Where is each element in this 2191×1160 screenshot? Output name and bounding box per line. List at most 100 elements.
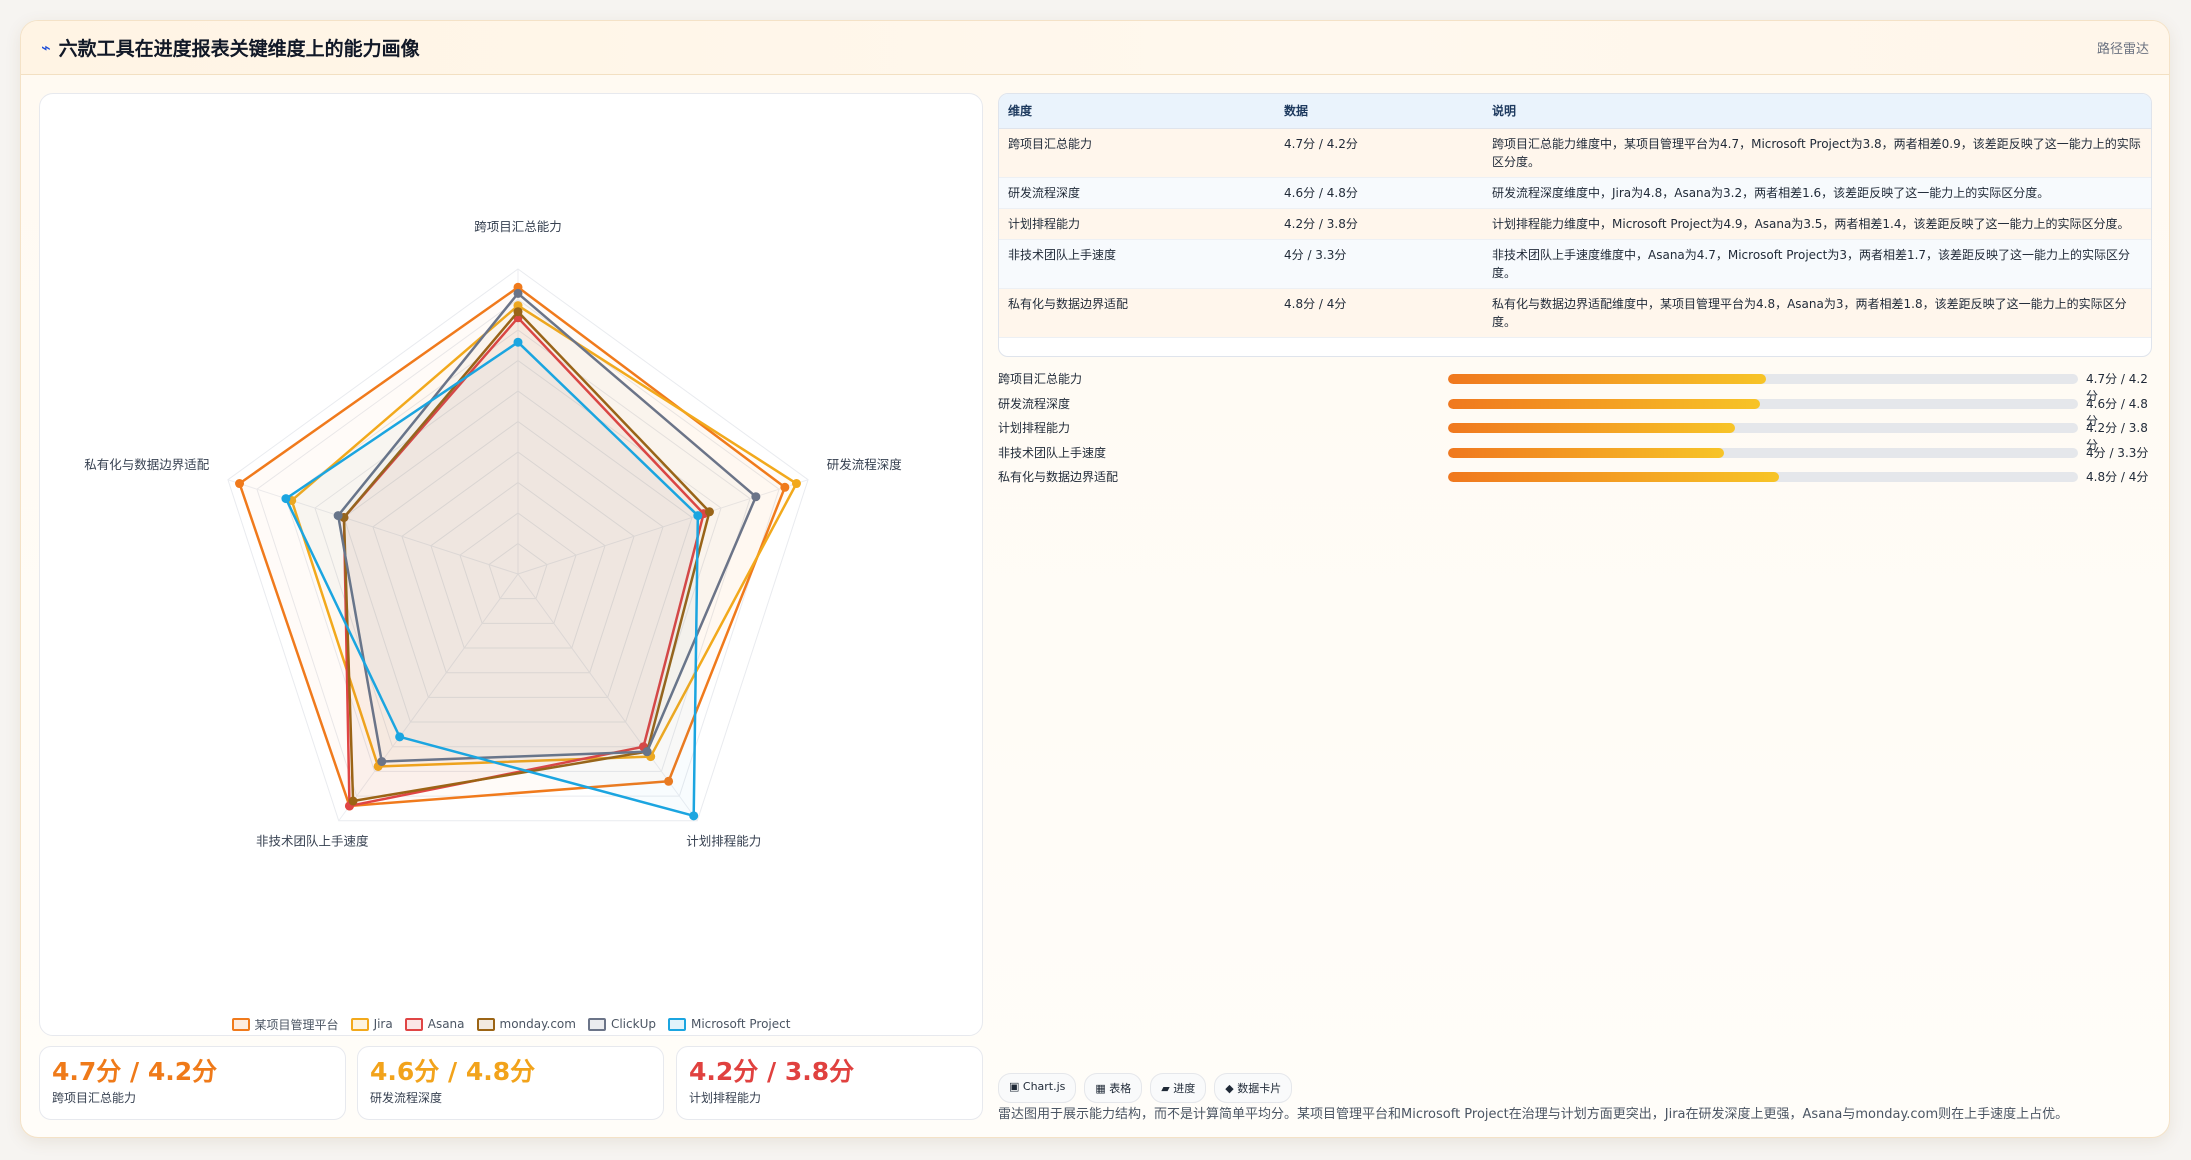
progress-fill: [1448, 423, 1735, 433]
legend-item[interactable]: Microsoft Project: [667, 1016, 791, 1032]
data-point: [348, 796, 358, 806]
legend-label: Jira: [373, 1017, 393, 1031]
chip-chartjs[interactable]: ▣ Chart.js: [998, 1073, 1077, 1103]
legend-swatch: [476, 1017, 495, 1031]
data-point: [791, 479, 801, 489]
table-cell: 跨项目汇总能力维度中，某项目管理平台为4.7，Microsoft Project…: [1483, 128, 2151, 178]
progress-track: [1448, 423, 2078, 433]
progress-row: 跨项目汇总能力 4.7分 / 4.2分: [998, 367, 2152, 403]
table-cell: 4分 / 3.3分: [1275, 239, 1483, 289]
legend-label: ClickUp: [610, 1017, 656, 1031]
dashboard-card: ⌁ 六款工具在进度报表关键维度上的能力画像 路径雷达 跨项目汇总能力 研发流程深度…: [20, 20, 2170, 1138]
legend-swatch: [587, 1017, 606, 1031]
axis-label: 研发流程深度: [827, 457, 903, 472]
legend-swatch: [404, 1017, 423, 1031]
legend-label: Microsoft Project: [690, 1017, 791, 1031]
radar-chart: 跨项目汇总能力研发流程深度计划排程能力 非技术团队上手速度 私有化与数据边界适配: [84, 219, 903, 848]
legend-swatch: [350, 1017, 369, 1031]
table-cell: 私有化与数据边界适配维度中，某项目管理平台为4.8，Asana为3，两者相差1.…: [1483, 288, 2151, 338]
progress-row: 计划排程能力 4.2分 / 3.8分: [998, 416, 2152, 452]
table-cell: 非技术团队上手速度: [999, 239, 1275, 289]
progress-bars: 跨项目汇总能力 4.7分 / 4.2分 研发流程深度 4.6分 / 4.8分 计…: [998, 367, 2152, 490]
table-cell: 私有化与数据边界适配: [999, 288, 1275, 338]
progress-value: 4分 / 3.3分: [2086, 445, 2149, 460]
legend-swatch: [667, 1017, 686, 1031]
table-cell: 研发流程深度维度中，Jira为4.8，Asana为3.2，两者相差1.6，该差距…: [1483, 177, 2151, 209]
progress-label: 私有化与数据边界适配: [998, 470, 1119, 484]
table-header-row: 维度 数据 说明: [999, 94, 2151, 129]
kpi-card: 4.7分 / 4.2分 跨项目汇总能力: [39, 1046, 346, 1120]
progress-row: 私有化与数据边界适配 4.8分 / 4分: [998, 465, 2152, 490]
progress-label: 计划排程能力: [998, 421, 1071, 435]
kpi-label: 研发流程深度: [370, 1091, 443, 1105]
tech-chips: ▣ Chart.js ▦ 表格 ▰ 进度 ◆ 数据卡片: [998, 1073, 1293, 1103]
table-cell: 4.6分 / 4.8分: [1275, 177, 1483, 209]
progress-fill: [1448, 447, 1724, 458]
legend-item[interactable]: monday.com: [476, 1016, 576, 1032]
legend-swatch: [231, 1017, 250, 1031]
table-header-cell: 说明: [1483, 94, 2151, 129]
kpi-value: 4.6分 / 4.8分: [370, 1057, 536, 1086]
progress-fill: [1448, 472, 1779, 482]
data-point: [513, 337, 523, 347]
chip-table[interactable]: ▦ 表格: [1084, 1073, 1143, 1103]
legend-label: Asana: [427, 1017, 465, 1031]
kpi-card: 4.6分 / 4.8分 研发流程深度: [357, 1046, 664, 1120]
page-title: 六款工具在进度报表关键维度上的能力画像: [58, 38, 420, 60]
radar-chart-panel: 跨项目汇总能力研发流程深度计划排程能力 非技术团队上手速度 私有化与数据边界适配 某…: [39, 93, 983, 1036]
data-point: [693, 511, 703, 521]
data-point: [395, 732, 405, 742]
legend-label: 某项目管理平台: [254, 1017, 339, 1032]
summary-note: 雷达图用于展示能力结构，而不是计算简单平均分。某项目管理平台和Microsoft…: [998, 1107, 2069, 1122]
progress-row: 非技术团队上手速度 4分 / 3.3分: [998, 441, 2152, 466]
table-cell: 4.8分 / 4分: [1275, 288, 1483, 338]
axis-label: 私有化与数据边界适配: [84, 457, 210, 472]
data-point: [513, 288, 523, 298]
header-bar: ⌁ 六款工具在进度报表关键维度上的能力画像 路径雷达: [21, 21, 2169, 75]
progress-row: 研发流程深度 4.6分 / 4.8分: [998, 392, 2152, 428]
table-cell: 跨项目汇总能力: [999, 128, 1275, 178]
data-point: [751, 492, 761, 502]
progress-value: 4.8分 / 4分: [2086, 470, 2149, 484]
route-icon: ⌁: [41, 38, 51, 57]
kpi-card: 4.2分 / 3.8分 计划排程能力: [676, 1046, 983, 1120]
progress-track: [1448, 447, 2078, 458]
data-point: [689, 811, 699, 821]
progress-fill: [1448, 398, 1761, 409]
table-cell: 计划排程能力: [999, 208, 1275, 240]
data-point: [281, 494, 291, 504]
legend-item[interactable]: ClickUp: [587, 1016, 656, 1032]
table-row: 跨项目汇总能力 4.7分 / 4.2分 跨项目汇总能力维度中，某项目管理平台为4…: [999, 128, 2151, 178]
header-tag: 路径雷达: [2096, 42, 2149, 57]
axis-label: 计划排程能力: [686, 833, 761, 848]
kpi-value: 4.2分 / 3.8分: [689, 1057, 855, 1086]
table-cell: 4.2分 / 3.8分: [1275, 208, 1483, 240]
legend-item[interactable]: 某项目管理平台: [231, 1016, 339, 1032]
axis-label: 跨项目汇总能力: [474, 219, 562, 234]
progress-label: 研发流程深度: [998, 396, 1071, 411]
legend-label: monday.com: [499, 1017, 576, 1031]
progress-track: [1448, 472, 2078, 482]
table-row: 非技术团队上手速度 4分 / 3.3分 非技术团队上手速度维度中，Asana为4…: [999, 239, 2151, 289]
table-cell: 4.7分 / 4.2分: [1275, 128, 1483, 178]
progress-track: [1448, 398, 2078, 409]
legend-item[interactable]: Asana: [404, 1016, 465, 1032]
kpi-label: 跨项目汇总能力: [52, 1091, 137, 1105]
data-point: [235, 479, 245, 489]
table-cell: 研发流程深度: [999, 177, 1275, 209]
axis-label: 非技术团队上手速度: [256, 833, 369, 848]
chip-progress[interactable]: ▰ 进度: [1150, 1073, 1207, 1103]
table-cell: 非技术团队上手速度维度中，Asana为4.7，Microsoft Project…: [1483, 239, 2151, 289]
progress-fill: [1448, 374, 1767, 384]
table-row: 私有化与数据边界适配 4.8分 / 4分 私有化与数据边界适配维度中，某项目管理…: [999, 288, 2151, 338]
kpi-value: 4.7分 / 4.2分: [52, 1057, 218, 1086]
table-row: 计划排程能力 4.2分 / 3.8分 计划排程能力维度中，Microsoft P…: [999, 208, 2151, 240]
legend-item[interactable]: Jira: [350, 1016, 393, 1032]
chip-data-card[interactable]: ◆ 数据卡片: [1214, 1073, 1293, 1103]
table-header-cell: 数据: [1275, 94, 1483, 129]
table-header-cell: 维度: [999, 94, 1275, 129]
progress-label: 非技术团队上手速度: [998, 445, 1107, 460]
progress-label: 跨项目汇总能力: [998, 372, 1083, 386]
table-row: 研发流程深度 4.6分 / 4.8分 研发流程深度维度中，Jira为4.8，As…: [999, 177, 2151, 209]
kpi-label: 计划排程能力: [689, 1091, 762, 1105]
